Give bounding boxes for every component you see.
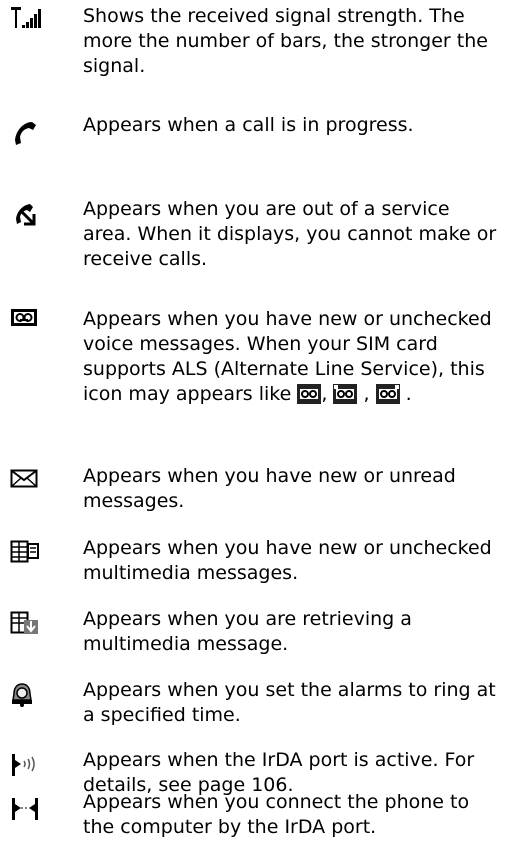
voicemail-line-icon xyxy=(297,383,322,405)
icon-description: Appears when you are retrieving a multim… xyxy=(83,608,412,655)
icon-description: Appears when you have new or unchecked m… xyxy=(83,537,492,584)
voicemail-description: Appears when you have new or unchecked v… xyxy=(83,308,492,405)
new-message-icon xyxy=(10,468,46,498)
icon-description: Shows the received signal strength. The … xyxy=(83,5,488,77)
signal-strength-icon xyxy=(10,6,46,36)
inline-end: . xyxy=(405,383,412,405)
voicemail-line2-icon xyxy=(375,383,400,405)
inline-separator: , xyxy=(321,383,328,405)
alarm-icon xyxy=(10,682,46,712)
irda-active-icon xyxy=(10,752,46,782)
voicemail-icon xyxy=(10,307,46,337)
icon-description: Appears when a call is in progress. xyxy=(83,114,414,136)
inline-separator: , xyxy=(363,383,370,405)
voicemail-line1-icon xyxy=(333,383,358,405)
irda-connected-icon xyxy=(10,796,46,826)
multimedia-message-icon xyxy=(10,540,46,570)
no-service-icon xyxy=(10,200,46,230)
icon-description: Appears when you connect the phone to th… xyxy=(83,791,470,838)
call-in-progress-icon xyxy=(10,119,46,149)
icon-description: Appears when you set the alarms to ring … xyxy=(83,679,496,726)
retrieving-mms-icon xyxy=(10,611,46,641)
icon-description: Appears when you have new or unread mess… xyxy=(83,465,456,512)
icon-description: Appears when you have new or unchecked v… xyxy=(83,307,498,407)
icon-description: Appears when you are out of a service ar… xyxy=(83,198,497,270)
